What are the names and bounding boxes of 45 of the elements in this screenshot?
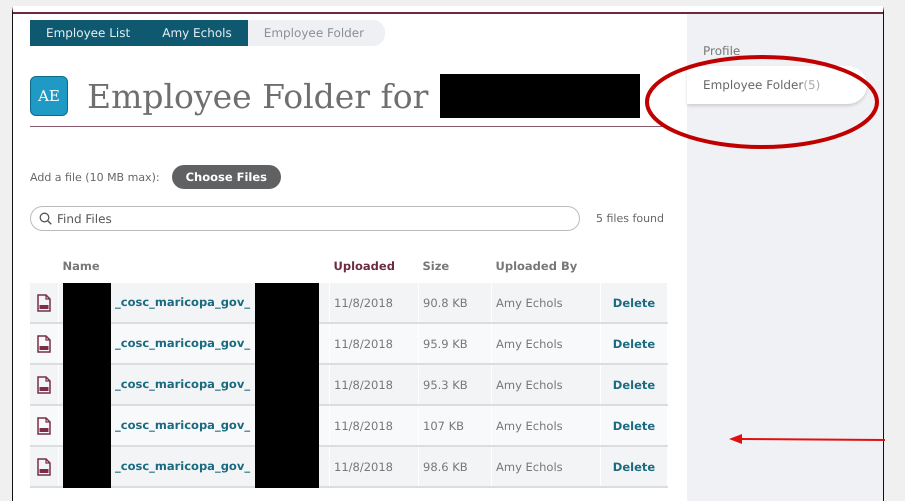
table-cell: 11/8/2018: [330, 364, 418, 405]
pdf-file-icon: [37, 376, 51, 394]
table-cell: 11/8/2018: [330, 323, 418, 364]
column-header[interactable]: Size: [418, 259, 492, 283]
table-cell: Amy Echols: [492, 446, 600, 487]
redaction-bar: [63, 447, 111, 488]
pdf-file-icon: [37, 334, 51, 352]
initials-avatar: AE: [30, 76, 68, 116]
table-cell: 95.3 KB: [418, 364, 492, 405]
pdf-file-icon: [37, 416, 51, 434]
pdf-file-icon: [37, 294, 51, 312]
file-link[interactable]: _cosc_maricopa_gov_: [115, 459, 250, 473]
result-count: 5 files found: [596, 212, 664, 225]
upload-label: Add a file (10 MB max):: [30, 170, 160, 184]
choose-files-button[interactable]: Choose Files: [172, 165, 282, 189]
table-cell: 11/8/2018: [330, 405, 418, 446]
file-link[interactable]: _cosc_maricopa_gov_: [115, 377, 250, 391]
search-field[interactable]: Find Files: [30, 206, 580, 231]
table-cell: Amy Echols: [492, 405, 600, 446]
file-link[interactable]: _cosc_maricopa_gov_: [115, 418, 250, 432]
table-cell: 98.6 KB: [418, 446, 492, 487]
page-title: Employee Folder for: [87, 76, 428, 116]
sidebar-item[interactable]: Employee Folder(5): [687, 66, 867, 104]
column-header[interactable]: Uploaded By: [492, 259, 600, 283]
column-header[interactable]: Uploaded: [330, 259, 418, 283]
breadcrumb-item[interactable]: Employee Folder: [248, 20, 380, 46]
table-cell: 107 KB: [418, 405, 492, 446]
file-link[interactable]: _cosc_maricopa_gov_: [115, 336, 250, 350]
table-cell: Amy Echols: [492, 323, 600, 364]
file-link[interactable]: _cosc_maricopa_gov_: [115, 295, 250, 309]
redaction-bar: [255, 447, 319, 488]
table-cell: Amy Echols: [492, 283, 600, 323]
pdf-file-icon: [37, 458, 51, 476]
redaction-bar: [63, 283, 111, 324]
sidebar-item[interactable]: Profile: [687, 38, 756, 64]
column-header[interactable]: Name: [58, 259, 330, 283]
table-cell: 11/8/2018: [330, 283, 418, 323]
search-icon: [39, 212, 52, 225]
breadcrumb-item[interactable]: Amy Echols: [146, 20, 248, 46]
breadcrumb-item[interactable]: Employee List: [30, 20, 146, 46]
redaction-bar: [255, 283, 319, 324]
table-cell: 90.8 KB: [418, 283, 492, 323]
table-cell: Amy Echols: [492, 364, 600, 405]
table-cell: 11/8/2018: [330, 446, 418, 487]
table-cell: 95.9 KB: [418, 323, 492, 364]
